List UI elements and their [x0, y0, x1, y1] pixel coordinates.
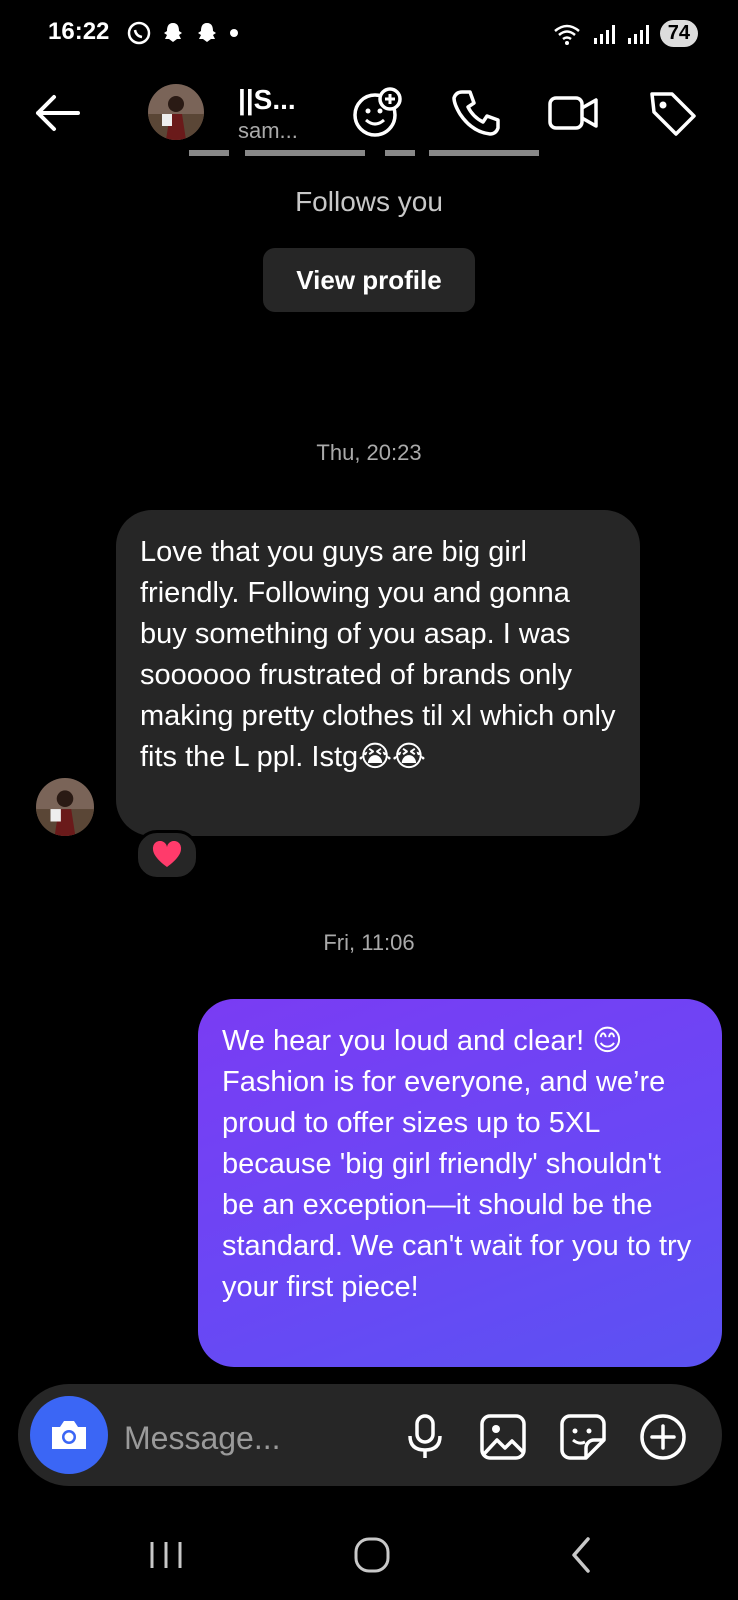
contact-username[interactable]: sam...	[238, 118, 298, 144]
image-icon	[480, 1414, 526, 1460]
signal-icon	[626, 22, 650, 46]
notification-icons	[126, 20, 240, 46]
voice-message-button[interactable]	[398, 1410, 452, 1464]
contact-name[interactable]: ||S...	[238, 84, 296, 116]
camera-icon	[52, 1421, 86, 1449]
camera-button[interactable]	[30, 1396, 108, 1474]
recents-icon	[150, 1542, 182, 1568]
sticker-button[interactable]	[556, 1410, 610, 1464]
home-button[interactable]	[342, 1530, 402, 1580]
message-timestamp: Thu, 20:23	[316, 440, 422, 465]
gallery-button[interactable]	[476, 1410, 530, 1464]
status-time: 16:22	[48, 18, 110, 45]
follows-you-text: Follows you	[295, 186, 443, 217]
message-timestamp: Fri, 11:06	[323, 930, 415, 955]
sender-avatar[interactable]	[36, 778, 94, 836]
back-button[interactable]	[30, 88, 86, 138]
microphone-icon	[408, 1414, 442, 1458]
avatar[interactable]	[148, 84, 204, 140]
system-back-button[interactable]	[552, 1530, 612, 1580]
arrow-left-icon	[36, 95, 80, 131]
smiley-plus-icon	[353, 87, 402, 137]
whatsapp-icon	[126, 20, 152, 46]
sticker-icon	[560, 1414, 606, 1460]
wifi-icon	[552, 22, 582, 46]
audio-call-button[interactable]	[450, 86, 504, 140]
plus-circle-icon	[640, 1414, 686, 1460]
message-input[interactable]	[122, 1412, 376, 1464]
outgoing-message-bubble[interactable]: We hear you loud and clear! 😊 Fashion is…	[198, 999, 722, 1367]
add-sticker-effect-button[interactable]	[350, 86, 404, 140]
system-status: 74	[552, 20, 698, 47]
signal-icon	[592, 22, 616, 46]
recent-apps-button[interactable]	[136, 1530, 196, 1580]
more-options-button[interactable]	[636, 1410, 690, 1464]
incoming-message-bubble[interactable]: Love that you guys are big girl friendly…	[116, 510, 640, 836]
label-button[interactable]	[646, 86, 700, 140]
tag-icon	[650, 92, 696, 136]
view-profile-button[interactable]: View profile	[263, 248, 475, 312]
heart-icon	[152, 841, 182, 867]
chevron-left-icon	[572, 1537, 590, 1573]
snapchat-icon	[160, 20, 186, 46]
profile-stats-cut	[0, 148, 738, 168]
phone-icon	[452, 90, 500, 136]
battery-indicator: 74	[659, 20, 698, 47]
dot-icon	[228, 27, 240, 39]
home-icon	[354, 1537, 390, 1573]
snapchat-icon	[194, 20, 220, 46]
video-camera-icon	[548, 96, 598, 130]
video-call-button[interactable]	[546, 86, 600, 140]
heart-reaction[interactable]	[135, 830, 199, 880]
